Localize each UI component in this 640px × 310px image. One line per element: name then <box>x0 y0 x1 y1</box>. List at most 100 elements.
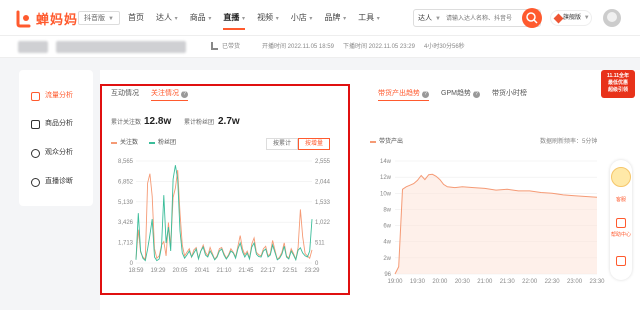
nav-label: 直播 <box>223 13 240 22</box>
chevron-down-icon: ▾ <box>206 16 212 22</box>
output-trend-chart: 96 2w 4w 6w 8w 10w 12w 14w 19:00 19:30 20:00 20:30 2… <box>380 159 605 285</box>
service-avatar[interactable] <box>611 167 631 187</box>
help-center-label[interactable]: 帮助中心 <box>610 232 632 238</box>
nav-label: 工具 <box>358 13 375 22</box>
live-info-bar: 已带货 开播时间 2022.11.05 18:59 下播时间 2022.11.0… <box>0 36 640 58</box>
legend-item-output[interactable]: 带货产出 <box>370 138 403 146</box>
analysis-sidebar: 流量分析商品分析观众分析直播诊断 <box>19 70 93 206</box>
main-nav: 首页 达人 ▾ 商品 ▾ 直播 ▾ 视频 ▾ 小店 ▾ 品牌 ▾ 工具 ▾ <box>128 0 392 36</box>
blurred-title <box>56 41 186 53</box>
sidebar-item-label: 直播诊断 <box>45 178 73 185</box>
promo-badge[interactable]: 11.11全年 最低优惠 超级引领 <box>601 70 635 98</box>
x-tick: 22:30 <box>545 279 561 285</box>
vip-badge[interactable]: 旗舰版 ▼ <box>550 10 592 26</box>
nav-item[interactable]: 品牌 ▾ <box>324 0 346 36</box>
tab-label: GPM趋势 <box>441 90 471 97</box>
platform-select[interactable]: 抖音版 ▼ <box>78 11 120 25</box>
nav-item[interactable]: 直播 ▾ <box>223 0 245 36</box>
diamond-icon <box>553 13 564 24</box>
chevron-down-icon: ▼ <box>434 16 441 22</box>
service-label[interactable]: 客服 <box>610 197 632 203</box>
y-tick: 10w <box>380 191 392 197</box>
y-tick: 8w <box>383 207 391 213</box>
platform-label: 抖音版 <box>84 15 105 22</box>
search-button[interactable] <box>522 8 542 28</box>
y-tick: 96 <box>384 272 391 278</box>
user-avatar[interactable] <box>603 9 621 27</box>
diagnosis-icon <box>31 178 40 187</box>
legend-label: 带货产出 <box>379 139 404 145</box>
sidebar-item-label: 商品分析 <box>45 120 73 127</box>
live-end-time: 下播时间 2022.11.05 23:29 <box>343 44 415 50</box>
audience-icon <box>31 149 40 158</box>
brand-logo-icon <box>16 10 31 27</box>
sidebar-item[interactable]: 商品分析 <box>31 118 73 130</box>
chevron-down-icon: ▼ <box>583 15 590 21</box>
tab[interactable]: GPM趋势? <box>441 88 480 99</box>
nav-label: 品牌 <box>324 13 341 22</box>
nav-item[interactable]: 首页 <box>128 0 144 36</box>
live-duration: 4小时30分56秒 <box>424 44 465 50</box>
live-status: 已带货 <box>222 44 241 50</box>
x-tick: 21:30 <box>500 279 516 285</box>
legend-swatch <box>370 141 376 143</box>
chevron-down-icon: ▾ <box>274 16 279 22</box>
sidebar-item[interactable]: 流量分析 <box>31 90 73 102</box>
x-tick: 23:30 <box>589 279 605 285</box>
chevron-down-icon: ▾ <box>375 16 380 22</box>
nav-item[interactable]: 达人 ▾ <box>156 0 178 36</box>
nav-label: 小店 <box>290 13 307 22</box>
nav-item[interactable]: 工具 ▾ <box>358 0 380 36</box>
live-start-time: 开播时间 2022.11.05 18:59 <box>262 44 334 50</box>
chevron-down-icon: ▼ <box>107 16 114 22</box>
nav-item[interactable]: 商品 ▾ <box>190 0 212 36</box>
sidebar-item[interactable]: 直播诊断 <box>31 176 73 188</box>
search-type-select[interactable]: 达人 ▼ <box>418 10 441 28</box>
right-tabs: 带货产出趋势? GPM趋势? 带货小时榜 <box>378 88 539 101</box>
x-tick: 20:30 <box>455 279 471 285</box>
sidebar-item-label: 流量分析 <box>45 92 73 99</box>
nav-label: 视频 <box>257 13 274 22</box>
x-tick: 19:30 <box>410 279 426 285</box>
brand-logo[interactable]: 蝉妈妈 <box>14 9 78 28</box>
x-tick: 20:00 <box>432 279 448 285</box>
y-tick: 14w <box>380 159 392 165</box>
nav-label: 达人 <box>156 13 172 22</box>
x-tick: 22:00 <box>522 279 538 285</box>
search-type-label: 达人 <box>418 15 432 22</box>
series-area-output <box>395 174 597 274</box>
nav-label: 首页 <box>128 13 144 22</box>
nav-item[interactable]: 视频 ▾ <box>257 0 279 36</box>
x-tick: 23:00 <box>567 279 583 285</box>
tab[interactable]: 带货产出趋势? <box>378 88 429 101</box>
help-icon[interactable] <box>616 218 626 228</box>
promo-line: 最低优惠 <box>607 80 628 86</box>
y-tick: 4w <box>383 240 391 246</box>
promo-line: 超级引领 <box>607 87 628 93</box>
goods-icon <box>31 120 40 129</box>
nav-item[interactable]: 小店 ▾ <box>291 0 313 36</box>
search-icon <box>526 12 538 24</box>
help-icon[interactable]: ? <box>422 91 429 98</box>
y-tick: 6w <box>383 224 391 230</box>
y-tick: 2w <box>383 256 391 262</box>
sidebar-item[interactable]: 观众分析 <box>31 147 73 159</box>
tab-label: 带货小时榜 <box>491 90 527 97</box>
cart-icon <box>211 42 218 50</box>
nav-label: 商品 <box>189 13 206 22</box>
x-tick: 19:00 <box>387 279 403 285</box>
chevron-down-icon: ▾ <box>240 16 246 22</box>
scroll-top-icon[interactable] <box>616 256 626 266</box>
chevron-down-icon: ▾ <box>173 16 178 22</box>
brand-name: 蝉妈妈 <box>36 12 79 27</box>
x-tick: 21:00 <box>477 279 493 285</box>
tab-label: 带货产出趋势 <box>378 90 420 97</box>
highlight-box <box>100 84 350 295</box>
tab[interactable]: 带货小时榜 <box>492 88 527 99</box>
promo-line: 11.11全年 <box>607 73 629 79</box>
chevron-down-icon: ▾ <box>307 16 313 22</box>
flow-icon <box>31 92 40 101</box>
y-tick: 12w <box>380 175 392 181</box>
help-icon[interactable]: ? <box>472 91 480 98</box>
top-navbar: 蝉妈妈 抖音版 ▼ 首页 达人 ▾ 商品 ▾ 直播 ▾ 视频 ▾ 小店 ▾ 品牌 ▾ 工具 ▾… <box>0 0 640 36</box>
